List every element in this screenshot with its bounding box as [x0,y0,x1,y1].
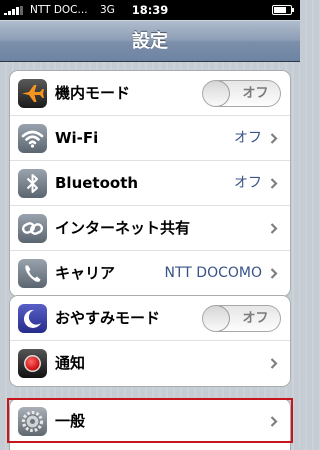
switch-state-label: オフ [242,311,269,326]
wifi-status-value: オフ [234,130,262,146]
switch-state-label: オフ [242,86,269,101]
switch-knob [203,306,230,331]
moon-icon [18,304,47,333]
row-personal-hotspot[interactable]: インターネット共有 [10,206,290,251]
wifi-icon [18,124,47,153]
chevron-right-icon [270,178,278,189]
row-label: おやすみモード [55,309,161,327]
notification-icon [18,349,47,378]
row-do-not-disturb: おやすみモード オフ [10,296,290,341]
row-airplane-mode: 機内モード オフ [10,71,290,116]
battery-icon [272,5,294,15]
chevron-right-icon [270,358,278,369]
row-bluetooth[interactable]: Bluetooth オフ [10,161,290,206]
link-icon [18,214,47,243]
chevron-right-icon [270,223,278,234]
bluetooth-status-value: オフ [234,175,262,191]
row-wifi[interactable]: Wi-Fi オフ [10,116,290,161]
airplane-icon [18,79,47,108]
row-label: Bluetooth [55,174,139,192]
phone-icon [18,259,47,288]
row-label: キャリア [55,264,116,282]
bluetooth-icon [18,169,47,198]
row-label: 通知 [55,354,86,372]
row-notifications[interactable]: 通知 [10,341,290,386]
carrier-value: NTT DOCOMO [164,265,262,281]
status-bar: NTT DOC... 3G 18:39 [0,0,300,20]
clock: 18:39 [131,3,169,17]
settings-group-connectivity: 機内モード オフ Wi-Fi オフ Bluetooth オフ インターネット共有… [9,70,291,297]
navigation-bar: 設定 [0,20,300,62]
airplane-mode-toggle[interactable]: オフ [202,80,281,107]
switch-knob [203,81,230,106]
do-not-disturb-toggle[interactable]: オフ [202,305,281,332]
row-label: 機内モード [55,84,131,102]
row-label: Wi-Fi [55,129,99,147]
row-carrier[interactable]: キャリア NTT DOCOMO [10,251,290,296]
settings-group-notifications: おやすみモード オフ 通知 [9,295,291,387]
selection-highlight [7,398,293,443]
chevron-right-icon [270,133,278,144]
row-label: インターネット共有 [55,219,191,237]
page-title: 設定 [132,31,168,52]
chevron-right-icon [270,268,278,279]
